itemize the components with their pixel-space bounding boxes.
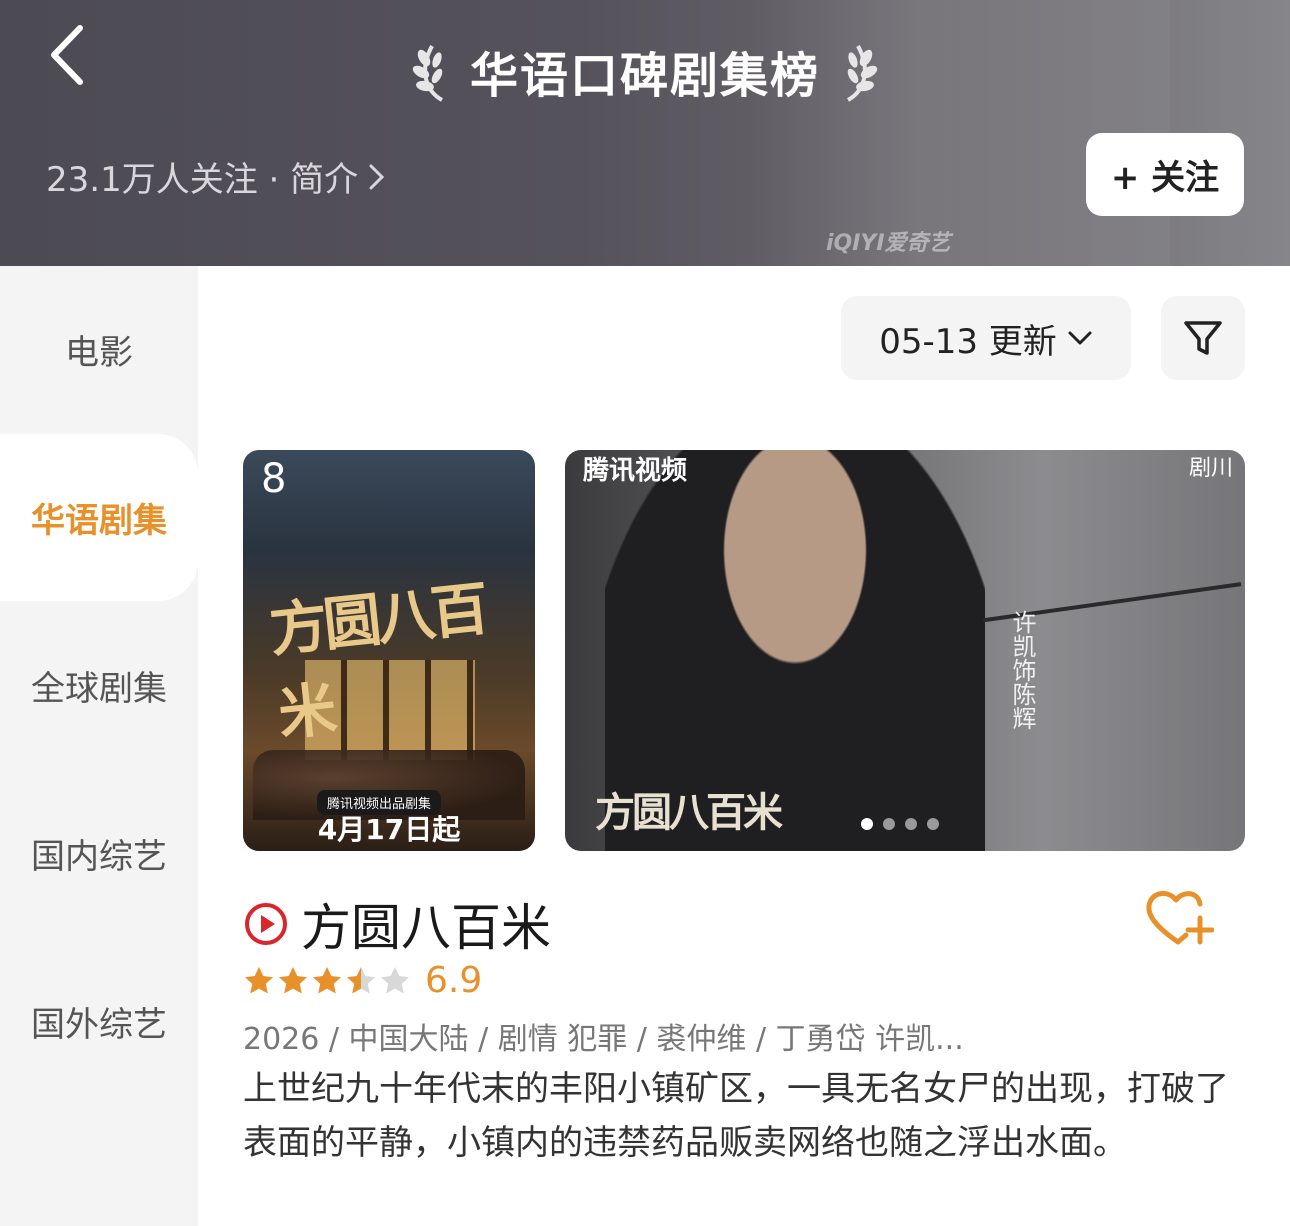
add-favorite-heart-icon[interactable] bbox=[1142, 886, 1214, 950]
star-icon bbox=[381, 966, 409, 993]
update-date-dropdown[interactable]: 05-13 更新 bbox=[841, 296, 1131, 380]
star-rating bbox=[243, 965, 411, 997]
sidebar-item-label: 国内综艺 bbox=[31, 837, 167, 877]
laurel-left-icon bbox=[412, 45, 444, 102]
follow-button[interactable]: + 关注 bbox=[1086, 133, 1244, 216]
category-sidebar: 电影 华语剧集 全球剧集 国内综艺 国外综艺 bbox=[0, 266, 198, 1226]
show-meta-info: 2026 / 中国大陆 / 剧情 犯罪 / 裘仲维 / 丁勇岱 许凯... bbox=[243, 1022, 964, 1057]
poster-date: 4月17日起 bbox=[317, 813, 461, 846]
filter-funnel-icon bbox=[1184, 321, 1222, 355]
star-icon bbox=[279, 966, 307, 993]
followers-intro-link[interactable]: 23.1万人关注 · 简介 bbox=[46, 152, 386, 201]
carousel-dots[interactable] bbox=[861, 818, 939, 830]
show-title-row[interactable]: 方圆八百米 bbox=[243, 888, 551, 960]
carousel-dot[interactable] bbox=[927, 818, 939, 830]
sidebar-item-label: 华语剧集 bbox=[31, 501, 167, 541]
sidebar-item-movies[interactable]: 电影 bbox=[0, 266, 198, 433]
show-banner-carousel[interactable]: 腾讯视频 剧川 许凯饰陈辉 方圆八百米 bbox=[565, 450, 1245, 851]
star-icon bbox=[313, 966, 341, 993]
rank-number: 8 bbox=[261, 456, 287, 502]
poster-title: 方圆八百米 bbox=[266, 574, 489, 749]
page-title: 华语口碑剧集榜 bbox=[469, 48, 820, 104]
header-banner: 华语口碑剧集榜 23.1万人关注 · 简介 + 关注 iQIYI爱奇艺 bbox=[0, 0, 1290, 266]
chevron-down-icon bbox=[1068, 331, 1092, 345]
rating-row: 6.9 bbox=[243, 960, 482, 1001]
star-icon bbox=[245, 966, 273, 993]
play-circle-icon[interactable] bbox=[243, 901, 289, 947]
update-date-label: 05-13 更新 bbox=[879, 321, 1057, 362]
banner-source-right: 剧川 bbox=[1188, 456, 1233, 481]
carousel-dot[interactable] bbox=[861, 818, 873, 830]
rating-score: 6.9 bbox=[425, 960, 483, 1001]
sidebar-item-label: 全球剧集 bbox=[31, 669, 167, 709]
show-description: 上世纪九十年代末的丰阳小镇矿区，一具无名女尸的出现，打破了表面的平静，小镇内的违… bbox=[243, 1069, 1229, 1163]
banner-cast-caption: 许凯饰陈辉 bbox=[1008, 610, 1036, 730]
laurel-right-icon bbox=[846, 45, 878, 102]
title-row: 华语口碑剧集榜 bbox=[0, 36, 1290, 106]
sidebar-item-label: 国外综艺 bbox=[31, 1005, 167, 1045]
sidebar-item-global-series[interactable]: 全球剧集 bbox=[0, 602, 198, 769]
banner-title: 方圆八百米 bbox=[595, 789, 783, 836]
follow-button-label: + 关注 bbox=[1110, 158, 1220, 198]
sidebar-item-chinese-series[interactable]: 华语剧集 bbox=[0, 434, 198, 601]
filter-button[interactable] bbox=[1161, 296, 1245, 380]
star-icon bbox=[347, 966, 375, 993]
sidebar-item-foreign-variety[interactable]: 国外综艺 bbox=[0, 938, 198, 1105]
carousel-dot[interactable] bbox=[883, 818, 895, 830]
sidebar-item-domestic-variety[interactable]: 国内综艺 bbox=[0, 770, 198, 937]
carousel-dot[interactable] bbox=[905, 818, 917, 830]
watermark-text: iQIYI爱奇艺 bbox=[826, 231, 951, 256]
chevron-right-icon bbox=[369, 164, 385, 189]
followers-text: 23.1万人关注 · 简介 bbox=[46, 160, 359, 200]
show-poster[interactable]: 8 方圆八百米 腾讯视频出品剧集 4月17日起 bbox=[243, 450, 535, 851]
sidebar-item-label: 电影 bbox=[65, 333, 133, 373]
show-title: 方圆八百米 bbox=[301, 899, 551, 957]
banner-source-logo: 腾讯视频 bbox=[583, 456, 688, 486]
